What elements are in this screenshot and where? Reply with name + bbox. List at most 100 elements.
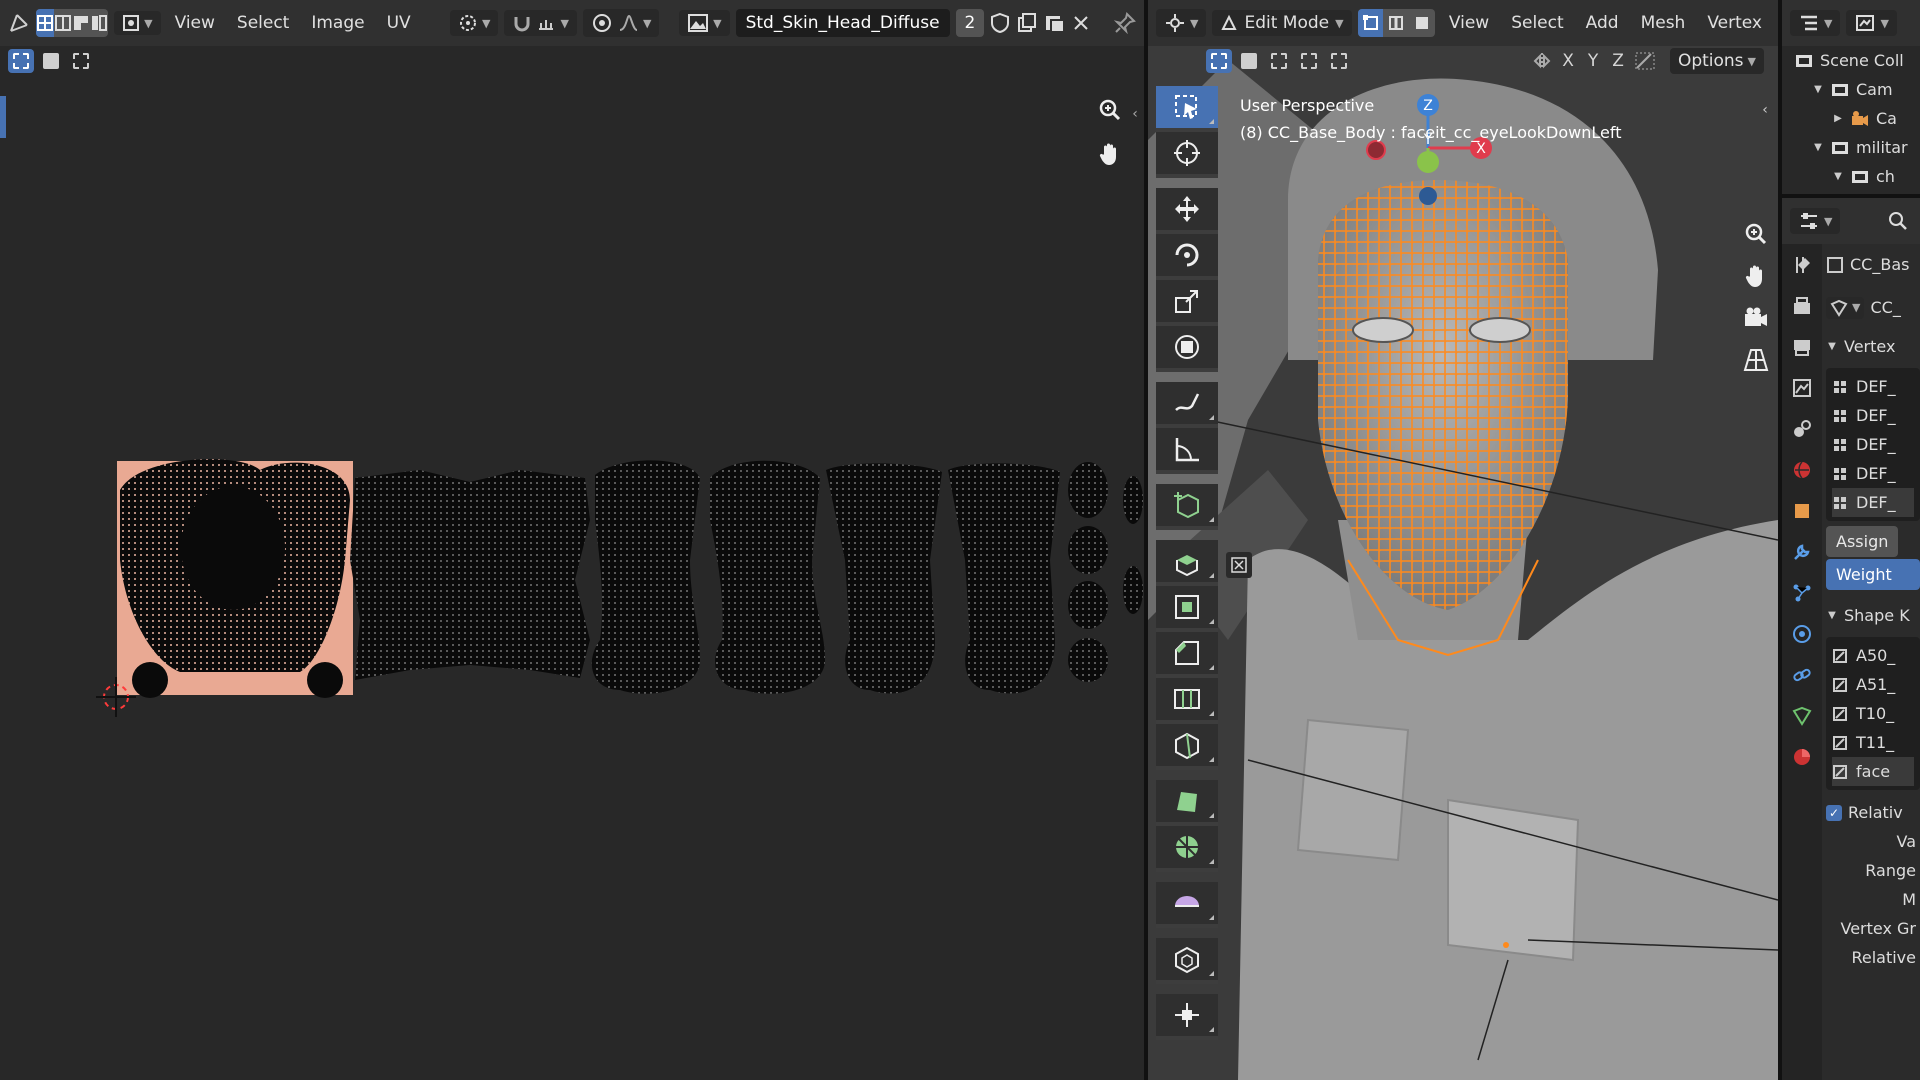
uv-face-select-icon[interactable] bbox=[72, 9, 90, 37]
mirror-icon[interactable] bbox=[1532, 51, 1552, 71]
vertex-select-mode-icon[interactable] bbox=[1357, 9, 1384, 37]
viewport-scene[interactable]: Z X Y bbox=[1148, 0, 1778, 1080]
object-name[interactable]: CC_Bas bbox=[1850, 255, 1909, 274]
outliner-area[interactable]: ▼ ▼ Scene Coll ▼ Cam ▶ Ca ▼ militar ▼ ch bbox=[1782, 0, 1920, 196]
select-subtract-icon[interactable] bbox=[68, 49, 94, 73]
outliner-item[interactable]: ▶ Ca bbox=[1794, 104, 1920, 133]
zoom-icon[interactable] bbox=[1738, 216, 1774, 252]
sidebar-toggle-icon[interactable]: ‹ bbox=[1126, 96, 1144, 132]
shape-key-item[interactable]: A50_ bbox=[1832, 641, 1914, 670]
camera-view-icon[interactable] bbox=[1738, 300, 1774, 336]
tool-knife-icon[interactable] bbox=[1156, 724, 1218, 770]
vertex-group-item[interactable]: DEF_ bbox=[1832, 430, 1914, 459]
viewport-menu-mesh[interactable]: Mesh bbox=[1633, 9, 1694, 37]
uv-island-small[interactable] bbox=[1068, 581, 1108, 629]
tool-smooth-icon[interactable] bbox=[1156, 882, 1218, 928]
uv-island-torso[interactable] bbox=[350, 470, 590, 680]
tool-measure-icon[interactable] bbox=[1156, 428, 1218, 474]
uv-sync-selection-dropdown[interactable]: ▼ bbox=[114, 11, 161, 35]
object-properties-tab-icon[interactable] bbox=[1782, 490, 1822, 531]
expand-right-icon[interactable]: ▶ bbox=[1832, 113, 1844, 124]
tool-annotate-icon[interactable] bbox=[1156, 382, 1218, 428]
particles-properties-tab-icon[interactable] bbox=[1782, 572, 1822, 613]
sidebar-toggle-icon[interactable]: ‹ bbox=[1754, 92, 1776, 128]
uv-island-small[interactable] bbox=[1068, 462, 1108, 518]
tool-bevel-icon[interactable] bbox=[1156, 632, 1218, 678]
shape-keys-list[interactable]: A50_ A51_ T10_ T11_ face bbox=[1826, 637, 1920, 790]
data-properties-tab-icon[interactable] bbox=[1782, 695, 1822, 736]
uv-island-small[interactable] bbox=[1068, 638, 1108, 682]
tool-rotate-icon[interactable] bbox=[1156, 234, 1218, 280]
expand-down-icon[interactable]: ▼ bbox=[1832, 171, 1844, 182]
uv-menu-uv[interactable]: UV bbox=[379, 9, 419, 37]
vertex-groups-panel-header[interactable]: ▼ Vertex bbox=[1826, 328, 1920, 364]
uv-vertex-select-icon[interactable] bbox=[36, 9, 55, 37]
vertex-group-item[interactable]: DEF_ bbox=[1832, 401, 1914, 430]
tool-scale-icon[interactable] bbox=[1156, 280, 1218, 326]
select-extend-icon[interactable] bbox=[1236, 49, 1262, 73]
face-select-mode-icon[interactable] bbox=[1409, 9, 1435, 37]
unlink-image-x-icon[interactable] bbox=[1072, 9, 1090, 37]
uv-island-arm-right[interactable] bbox=[710, 460, 825, 694]
uv-menu-view[interactable]: View bbox=[167, 9, 223, 37]
image-name-field[interactable]: Std_Skin_Head_Diffuse bbox=[735, 9, 950, 37]
topology-mirror-icon[interactable] bbox=[1634, 51, 1656, 71]
viewport-menu-select[interactable]: Select bbox=[1503, 9, 1571, 37]
vertex-group-item[interactable]: DEF_ bbox=[1832, 372, 1914, 401]
tool-spin-icon[interactable] bbox=[1156, 826, 1218, 872]
editor-type-3d-dropdown[interactable]: ▼ bbox=[1156, 9, 1207, 37]
tool-cursor-icon[interactable] bbox=[1156, 132, 1218, 178]
tool-shrink-fatten-icon[interactable] bbox=[1156, 938, 1218, 984]
outliner-item[interactable]: Scene Coll bbox=[1794, 46, 1920, 75]
constraints-properties-tab-icon[interactable] bbox=[1782, 654, 1822, 695]
outliner-item[interactable]: ▼ militar bbox=[1794, 133, 1920, 162]
search-icon[interactable] bbox=[1884, 207, 1912, 235]
select-subtract-icon[interactable] bbox=[1266, 49, 1292, 73]
tool-add-cube-icon[interactable] bbox=[1156, 484, 1218, 530]
tool-move-icon[interactable] bbox=[1156, 188, 1218, 234]
uv-editor-area[interactable]: ▼ View Select Image UV ▼ ▼ ▼ ▼ Std_Skin_… bbox=[0, 0, 1144, 1080]
tool-transform-icon[interactable] bbox=[1156, 326, 1218, 372]
tool-properties-tab-icon[interactable] bbox=[1782, 244, 1822, 285]
select-invert-icon[interactable] bbox=[1296, 49, 1322, 73]
shape-key-item-active[interactable]: face bbox=[1832, 757, 1914, 786]
scene-properties-tab-icon[interactable] bbox=[1782, 408, 1822, 449]
mesh-data-name[interactable]: CC_ bbox=[1870, 298, 1900, 317]
uv-menu-select[interactable]: Select bbox=[229, 9, 297, 37]
perspective-toggle-grid-icon[interactable] bbox=[1738, 342, 1774, 378]
editor-type-uv-icon[interactable] bbox=[8, 9, 30, 37]
editor-type-outliner-dropdown[interactable]: ▼ bbox=[1790, 10, 1841, 36]
viewport-menu-add[interactable]: Add bbox=[1578, 9, 1627, 37]
proportional-editing-dropdown[interactable]: ▼ bbox=[582, 9, 660, 37]
viewport-menu-vertex[interactable]: Vertex bbox=[1699, 9, 1770, 37]
uv-island-small[interactable] bbox=[1068, 526, 1108, 574]
pin-icon[interactable] bbox=[1114, 9, 1136, 37]
vertex-groups-list[interactable]: DEF_ DEF_ DEF_ DEF_ DEF_ bbox=[1826, 368, 1920, 521]
editor-type-properties-dropdown[interactable]: ▼ bbox=[1790, 208, 1841, 234]
mirror-y-toggle[interactable]: Y bbox=[1584, 49, 1602, 73]
mirror-x-toggle[interactable]: X bbox=[1558, 49, 1578, 73]
options-dropdown[interactable]: Options ▼ bbox=[1669, 48, 1764, 74]
pan-hand-icon[interactable] bbox=[1092, 136, 1128, 172]
weight-slider[interactable]: Weight bbox=[1826, 559, 1920, 590]
edge-select-mode-icon[interactable] bbox=[1383, 9, 1409, 37]
snapping-dropdown[interactable]: ▼ bbox=[504, 10, 577, 36]
tool-inset-icon[interactable] bbox=[1156, 586, 1218, 632]
3d-viewport-area[interactable]: Z X Y ▼ Edit Mode ▼ View Select Add Mesh… bbox=[1148, 0, 1778, 1080]
uv-menu-image[interactable]: Image bbox=[303, 9, 372, 37]
tool-poly-build-icon[interactable] bbox=[1156, 780, 1218, 826]
uv-edge-select-icon[interactable] bbox=[54, 9, 72, 37]
expand-down-icon[interactable]: ▼ bbox=[1812, 84, 1824, 95]
uv-island-select-icon[interactable] bbox=[90, 9, 108, 37]
assign-button[interactable]: Assign bbox=[1826, 526, 1899, 557]
shape-keys-panel-header[interactable]: ▼ Shape K bbox=[1826, 597, 1920, 633]
uv-island-ear-right[interactable] bbox=[307, 662, 343, 698]
properties-area[interactable]: ▼ CC_Bas ▼ CC_ ▼ Vertex DEF_ DEF_ DEF_ D… bbox=[1782, 198, 1920, 1080]
modifier-properties-tab-icon[interactable] bbox=[1782, 531, 1822, 572]
tool-loop-cut-icon[interactable] bbox=[1156, 678, 1218, 724]
select-intersect-icon[interactable] bbox=[1326, 49, 1352, 73]
expand-down-icon[interactable]: ▼ bbox=[1812, 142, 1824, 153]
select-extend-icon[interactable] bbox=[38, 49, 64, 73]
shape-key-item[interactable]: T10_ bbox=[1832, 699, 1914, 728]
tool-select-box-icon[interactable] bbox=[1156, 86, 1218, 132]
